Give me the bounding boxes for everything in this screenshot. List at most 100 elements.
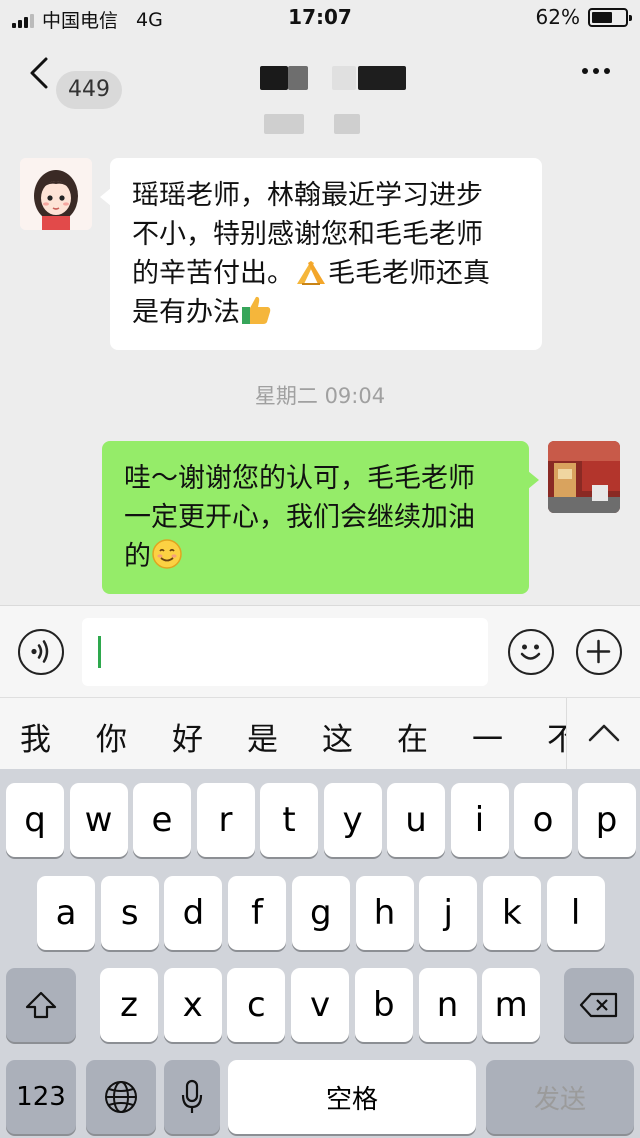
key-m[interactable]: m	[482, 968, 541, 1042]
key-e[interactable]: e	[133, 783, 191, 857]
pixel-block	[260, 66, 288, 90]
key-a[interactable]: a	[37, 876, 95, 950]
key-c[interactable]: c	[227, 968, 286, 1042]
key-z[interactable]: z	[100, 968, 158, 1042]
more-functions-button[interactable]	[576, 629, 622, 675]
key-w[interactable]: w	[69, 783, 128, 857]
girl-avatar-icon	[20, 158, 92, 230]
bubble-tail	[528, 471, 539, 489]
numbers-key-label: 123	[16, 1082, 66, 1112]
pixel-block	[334, 114, 360, 134]
candidate-word[interactable]: 不	[547, 714, 566, 759]
key-q[interactable]: q	[6, 783, 64, 857]
pixel-block	[288, 66, 308, 90]
my-avatar[interactable]	[548, 441, 620, 513]
contact-name-pixelated	[260, 66, 410, 136]
backspace-icon	[579, 992, 618, 1018]
microphone-icon	[181, 1079, 203, 1113]
send-key[interactable]: 发送	[486, 1060, 634, 1134]
candidate-word[interactable]: 一	[472, 714, 503, 759]
message-line: 是有办法	[132, 293, 520, 332]
message-timestamp: 星期二 09:04	[254, 384, 386, 408]
key-d[interactable]: d	[164, 876, 223, 950]
key-o[interactable]: o	[514, 783, 572, 857]
ime-candidate-bar: 我 你 好 是 这 在 一 不	[0, 697, 640, 770]
back-chevron-icon[interactable]	[26, 56, 56, 90]
voice-input-button[interactable]	[18, 629, 64, 675]
battery-icon	[588, 7, 632, 27]
folded-hands-emoji-icon	[297, 261, 325, 285]
pixel-block	[332, 66, 356, 90]
key-r[interactable]: r	[196, 783, 255, 857]
voice-icon	[31, 640, 49, 663]
smiley-icon	[520, 644, 541, 660]
key-b[interactable]: b	[354, 968, 413, 1042]
key-n[interactable]: n	[418, 968, 477, 1042]
message-line: 的辛苦付出。 毛毛老师还真	[132, 254, 520, 293]
send-key-label: 发送	[533, 1084, 586, 1115]
photo-avatar-icon	[548, 441, 620, 513]
candidate-word[interactable]: 在	[397, 714, 428, 759]
chat-header: 449	[0, 36, 640, 146]
more-options-icon[interactable]	[582, 68, 610, 74]
bubble-tail	[100, 188, 111, 206]
key-t[interactable]: t	[260, 783, 318, 857]
contact-avatar[interactable]	[20, 158, 92, 230]
candidate-word[interactable]: 是	[247, 714, 278, 759]
shift-arrow-icon	[25, 991, 57, 1019]
candidate-word[interactable]: 我	[20, 714, 51, 759]
key-p[interactable]: p	[577, 783, 636, 857]
message-text: 是有办法	[132, 297, 240, 328]
expand-candidates-button[interactable]	[566, 698, 640, 770]
key-h[interactable]: h	[355, 876, 414, 950]
wechat-chat-screen: 中国电信 4G 17:07 62% 449 瑶瑶老师，林翰最近学习进步 不小，特…	[0, 0, 640, 1138]
battery-fill	[592, 11, 612, 23]
key-y[interactable]: y	[323, 783, 382, 857]
key-x[interactable]: x	[163, 968, 222, 1042]
keyboard: qwertyuiop asdfghjkl zxcvbnm 123 空格 发送	[0, 769, 640, 1138]
chevron-up-icon	[588, 724, 620, 742]
dictation-key[interactable]	[164, 1060, 220, 1134]
key-g[interactable]: g	[291, 876, 350, 950]
shift-key[interactable]	[6, 968, 76, 1042]
key-f[interactable]: f	[228, 876, 287, 950]
pixel-block	[358, 66, 406, 90]
key-k[interactable]: k	[482, 876, 541, 950]
key-v[interactable]: v	[291, 968, 350, 1042]
pixel-block	[264, 114, 304, 134]
plus-icon	[586, 639, 611, 664]
status-bar: 中国电信 4G 17:07 62%	[0, 0, 640, 36]
battery-percent: 62%	[535, 5, 580, 29]
candidate-word[interactable]: 这	[322, 714, 353, 759]
text-caret	[98, 636, 101, 668]
numbers-key[interactable]: 123	[6, 1060, 76, 1134]
emoji-button[interactable]	[508, 629, 554, 675]
message-text: 的辛苦付出。	[132, 258, 294, 289]
unread-count-badge[interactable]: 449	[56, 71, 122, 109]
key-l[interactable]: l	[546, 876, 605, 950]
message-text: 的	[124, 541, 151, 572]
message-line: 哇～谢谢您的认可，毛毛老师	[124, 463, 475, 494]
message-text: 毛毛老师还真	[328, 258, 490, 289]
thumbs-up-emoji-icon	[242, 296, 271, 324]
status-right: 62%	[535, 5, 632, 29]
message-line: 一定更开心，我们会继续加油	[124, 502, 475, 533]
outgoing-message-bubble[interactable]: 哇～谢谢您的认可，毛毛老师 一定更开心，我们会继续加油 的	[102, 441, 539, 594]
key-i[interactable]: i	[450, 783, 509, 857]
message-line: 瑶瑶老师，林翰最近学习进步	[132, 180, 483, 211]
language-key[interactable]	[86, 1060, 156, 1134]
message-line: 不小，特别感谢您和毛毛老师	[132, 219, 483, 250]
space-key-label: 空格	[325, 1084, 378, 1115]
key-j[interactable]: j	[419, 876, 478, 950]
key-s[interactable]: s	[100, 876, 159, 950]
candidate-word[interactable]: 你	[96, 714, 127, 759]
key-u[interactable]: u	[387, 783, 445, 857]
backspace-key[interactable]	[564, 968, 634, 1042]
space-key[interactable]: 空格	[228, 1060, 476, 1134]
smiling-face-emoji-icon	[152, 539, 182, 569]
globe-icon	[105, 1081, 137, 1113]
message-text-input[interactable]	[82, 618, 488, 686]
message-line: 的	[124, 537, 507, 576]
candidate-word[interactable]: 好	[172, 714, 203, 759]
incoming-message-bubble[interactable]: 瑶瑶老师，林翰最近学习进步 不小，特别感谢您和毛毛老师 的辛苦付出。 毛毛老师还…	[100, 158, 542, 350]
